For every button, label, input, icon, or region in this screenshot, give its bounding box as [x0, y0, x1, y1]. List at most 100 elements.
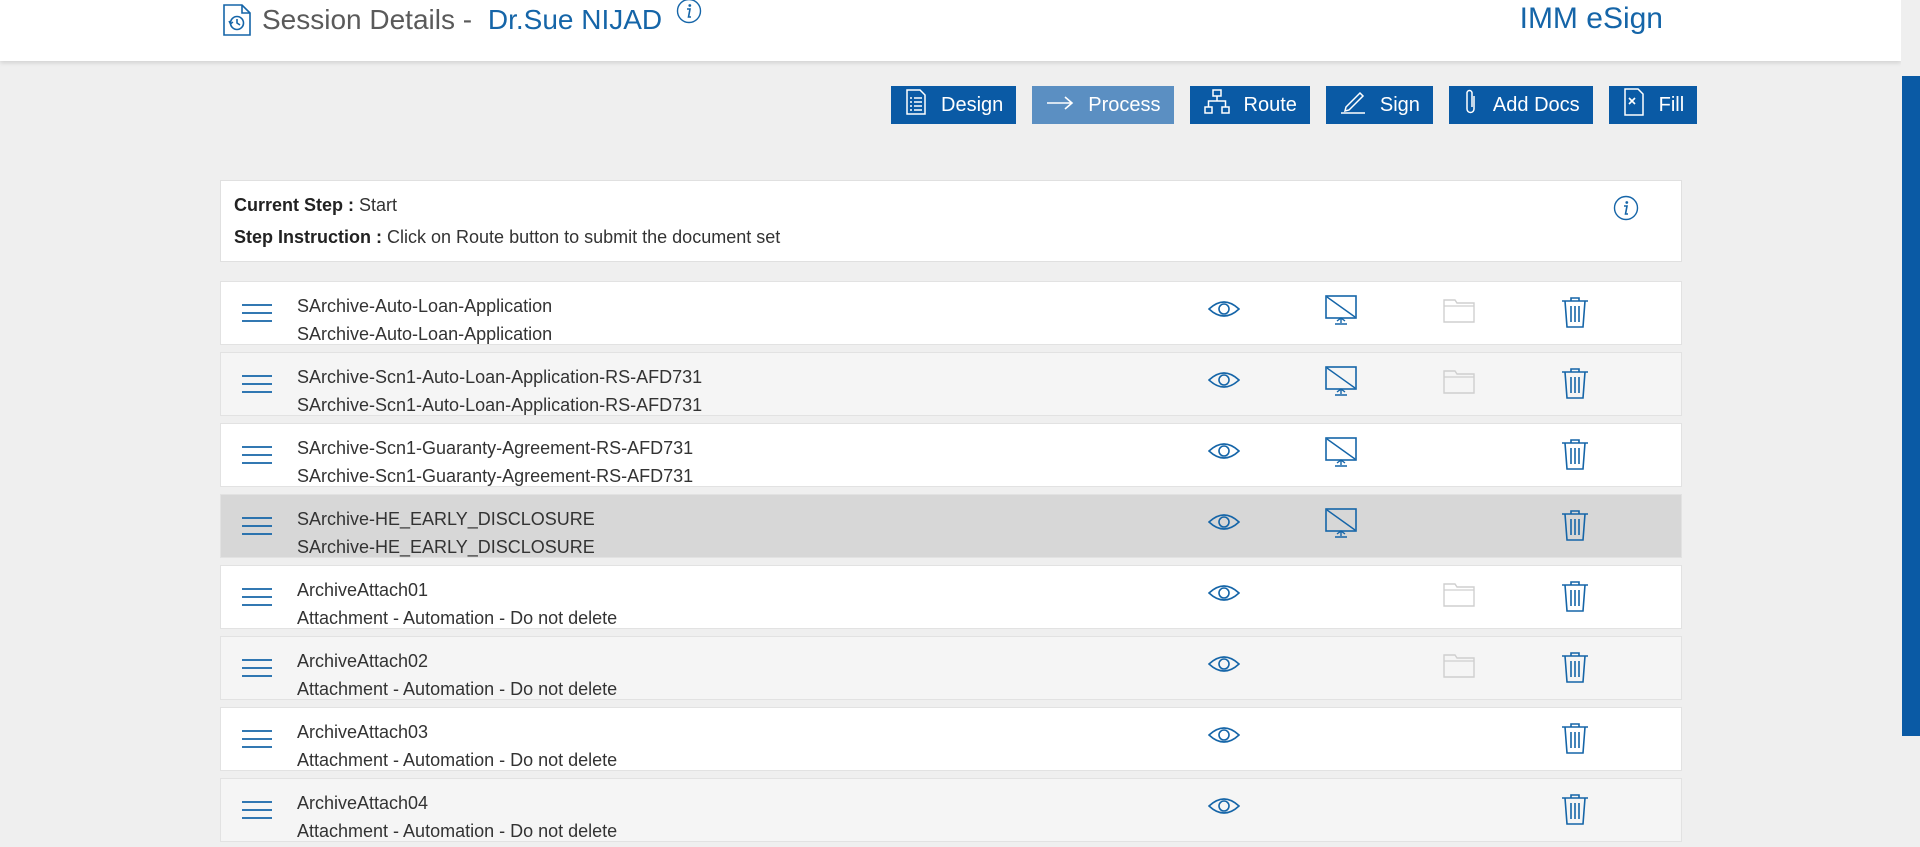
document-subtitle: Attachment - Automation - Do not delete: [297, 821, 618, 841]
pen-icon: [1340, 90, 1380, 120]
document-row[interactable]: ArchiveAttach04 Attachment - Automation …: [220, 778, 1682, 842]
document-names: ArchiveAttach02 Attachment - Automation …: [297, 647, 617, 703]
folder-icon[interactable]: [1443, 297, 1475, 328]
step-instruction: Step Instruction : Click on Route button…: [234, 227, 780, 248]
document-row[interactable]: SArchive-Auto-Loan-Application SArchive-…: [220, 281, 1682, 345]
sign-button-label: Sign: [1379, 93, 1420, 116]
step-instruction-label: Step Instruction :: [234, 227, 382, 247]
screen-icon[interactable]: [1325, 295, 1357, 332]
folder-icon[interactable]: [1443, 581, 1475, 612]
brand-label: IMM eSign: [1519, 2, 1663, 35]
folder-icon[interactable]: [1443, 368, 1475, 399]
document-name: SArchive-Scn1-Auto-Loan-Application-RS-A…: [297, 367, 703, 387]
fill-form-icon: [1623, 88, 1659, 122]
hierarchy-icon: [1203, 89, 1244, 121]
trash-icon[interactable]: [1561, 296, 1589, 333]
document-list-icon: [905, 89, 941, 121]
process-button[interactable]: Process: [1032, 86, 1174, 124]
drag-handle-icon[interactable]: [241, 585, 273, 614]
document-names: SArchive-Auto-Loan-Application SArchive-…: [297, 292, 552, 348]
view-eye-icon[interactable]: [1207, 652, 1241, 681]
document-name: ArchiveAttach03: [297, 722, 429, 742]
document-name: ArchiveAttach04: [297, 793, 429, 813]
route-button-label: Route: [1243, 93, 1297, 116]
current-step-value: Start: [359, 195, 398, 215]
session-details-label: Session Details -: [262, 4, 480, 35]
route-button[interactable]: Route: [1189, 86, 1310, 124]
document-names: SArchive-Scn1-Auto-Loan-Application-RS-A…: [297, 363, 702, 419]
step-instruction-value: Click on Route button to submit the docu…: [387, 227, 781, 247]
trash-icon[interactable]: [1561, 793, 1589, 830]
top-header: Session Details - Dr.Sue NIJAD IMM eSign: [0, 0, 1901, 61]
current-step-label: Current Step :: [234, 195, 355, 215]
document-row[interactable]: SArchive-Scn1-Auto-Loan-Application-RS-A…: [220, 352, 1682, 416]
document-subtitle: Attachment - Automation - Do not delete: [297, 608, 618, 628]
step-info-panel: Current Step : Start Step Instruction : …: [220, 180, 1682, 262]
trash-icon[interactable]: [1561, 722, 1589, 759]
view-eye-icon[interactable]: [1207, 794, 1241, 823]
document-names: ArchiveAttach04 Attachment - Automation …: [297, 789, 617, 845]
view-eye-icon[interactable]: [1207, 368, 1241, 397]
document-list: SArchive-Auto-Loan-Application SArchive-…: [220, 281, 1682, 847]
arrow-right-icon: [1046, 94, 1088, 117]
trash-icon[interactable]: [1561, 580, 1589, 617]
screen-icon[interactable]: [1325, 366, 1357, 403]
document-name: SArchive-HE_EARLY_DISCLOSURE: [297, 509, 595, 529]
document-subtitle: Attachment - Automation - Do not delete: [297, 679, 618, 699]
view-eye-icon[interactable]: [1207, 723, 1241, 752]
drag-handle-icon[interactable]: [241, 443, 273, 472]
action-toolbar: Design Process Route Sign Add Docs Fill: [891, 86, 1698, 124]
trash-icon[interactable]: [1561, 509, 1589, 546]
drag-handle-icon[interactable]: [241, 656, 273, 685]
view-eye-icon[interactable]: [1207, 439, 1241, 468]
view-eye-icon[interactable]: [1207, 297, 1241, 326]
document-name: SArchive-Scn1-Guaranty-Agreement-RS-AFD7…: [297, 438, 694, 458]
current-step: Current Step : Start: [234, 195, 397, 216]
info-icon[interactable]: [676, 0, 702, 29]
document-names: SArchive-HE_EARLY_DISCLOSURE SArchive-HE…: [297, 505, 595, 561]
page-title: Session Details - Dr.Sue NIJAD: [222, 0, 702, 40]
process-button-label: Process: [1088, 93, 1161, 116]
document-names: ArchiveAttach01 Attachment - Automation …: [297, 576, 617, 632]
document-subtitle: SArchive-Scn1-Auto-Loan-Application-RS-A…: [297, 395, 703, 415]
document-row[interactable]: ArchiveAttach02 Attachment - Automation …: [220, 636, 1682, 700]
document-subtitle: SArchive-Auto-Loan-Application: [297, 324, 553, 344]
design-button-label: Design: [941, 93, 1004, 116]
fill-button[interactable]: Fill: [1608, 86, 1698, 124]
view-eye-icon[interactable]: [1207, 510, 1241, 539]
screen-icon[interactable]: [1325, 437, 1357, 474]
document-subtitle: SArchive-Scn1-Guaranty-Agreement-RS-AFD7…: [297, 466, 694, 486]
trash-icon[interactable]: [1561, 438, 1589, 475]
document-subtitle: Attachment - Automation - Do not delete: [297, 750, 618, 770]
document-names: ArchiveAttach03 Attachment - Automation …: [297, 718, 617, 774]
document-row[interactable]: SArchive-Scn1-Guaranty-Agreement-RS-AFD7…: [220, 423, 1682, 487]
drag-handle-icon[interactable]: [241, 372, 273, 401]
add-docs-button[interactable]: Add Docs: [1448, 86, 1593, 124]
document-row[interactable]: SArchive-HE_EARLY_DISCLOSURE SArchive-HE…: [220, 494, 1682, 558]
screen-icon[interactable]: [1325, 508, 1357, 545]
document-name: ArchiveAttach02: [297, 651, 429, 671]
user-name: Dr.Sue NIJAD: [487, 4, 663, 35]
document-name: SArchive-Auto-Loan-Application: [297, 296, 553, 316]
document-row[interactable]: ArchiveAttach03 Attachment - Automation …: [220, 707, 1682, 771]
scrollbar-thumb[interactable]: [1902, 76, 1920, 736]
session-history-icon: [222, 3, 252, 37]
document-names: SArchive-Scn1-Guaranty-Agreement-RS-AFD7…: [297, 434, 693, 490]
document-subtitle: SArchive-HE_EARLY_DISCLOSURE: [297, 537, 595, 557]
trash-icon[interactable]: [1561, 651, 1589, 688]
drag-handle-icon[interactable]: [241, 727, 273, 756]
paperclip-icon: [1463, 88, 1493, 122]
step-info-icon[interactable]: [1613, 195, 1639, 226]
fill-button-label: Fill: [1658, 93, 1685, 116]
add-docs-button-label: Add Docs: [1492, 93, 1580, 116]
folder-icon[interactable]: [1443, 652, 1475, 683]
document-name: ArchiveAttach01: [297, 580, 429, 600]
document-row[interactable]: ArchiveAttach01 Attachment - Automation …: [220, 565, 1682, 629]
sign-button[interactable]: Sign: [1325, 86, 1433, 124]
drag-handle-icon[interactable]: [241, 514, 273, 543]
drag-handle-icon[interactable]: [241, 301, 273, 330]
trash-icon[interactable]: [1561, 367, 1589, 404]
drag-handle-icon[interactable]: [241, 798, 273, 827]
design-button[interactable]: Design: [891, 86, 1017, 124]
view-eye-icon[interactable]: [1207, 581, 1241, 610]
